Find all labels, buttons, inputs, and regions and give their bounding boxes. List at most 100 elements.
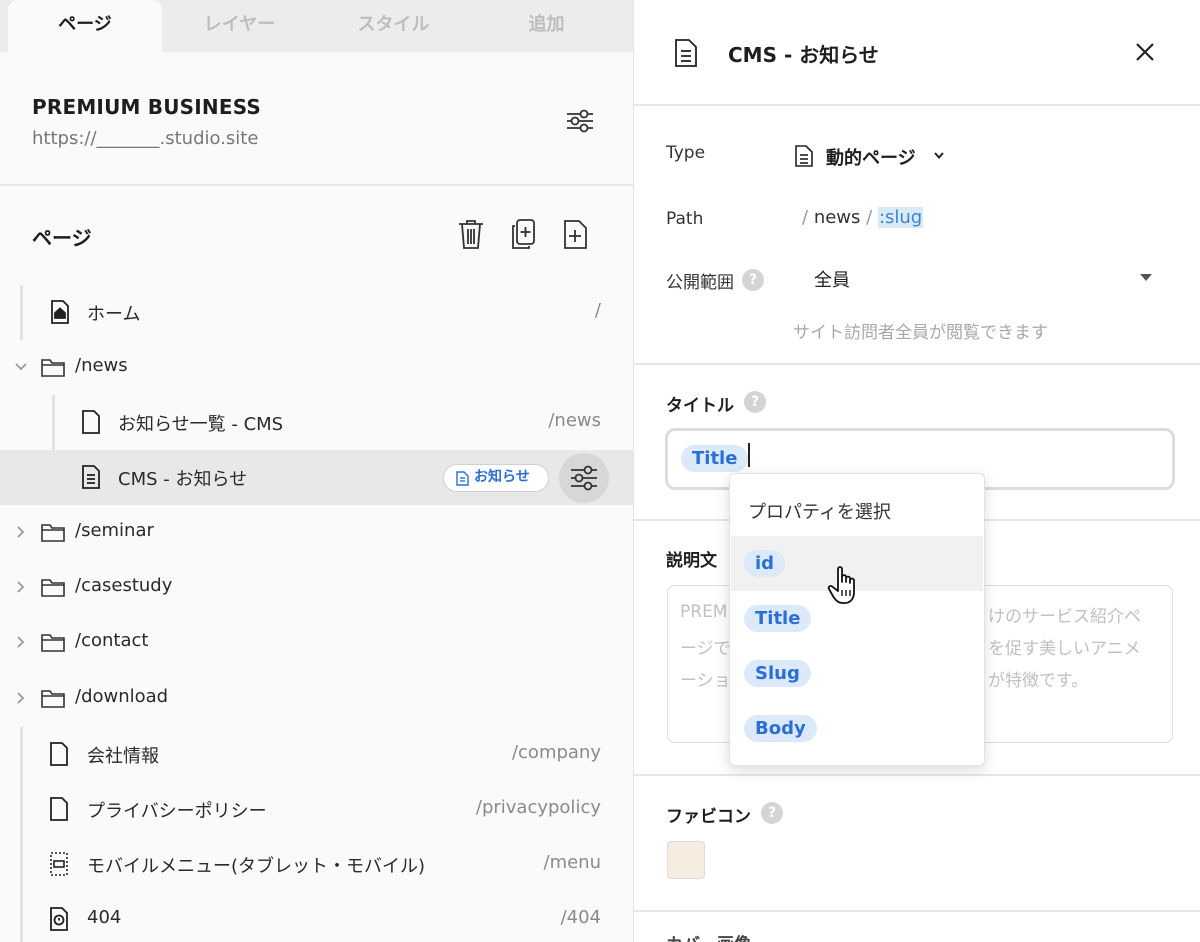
- property-chip: id: [744, 550, 786, 577]
- description-text: を促す美しいアニメ: [988, 639, 1141, 659]
- page-row-menu[interactable]: モバイルメニュー(タブレット・モバイル) /menu: [0, 837, 633, 892]
- tab-pages[interactable]: ページ: [8, 0, 162, 52]
- close-icon[interactable]: [1134, 41, 1156, 63]
- text-caret: [748, 443, 750, 467]
- home-page-icon: [46, 299, 72, 325]
- dropdown-arrow-icon[interactable]: [1140, 274, 1152, 281]
- page-row-label: /seminar: [75, 520, 154, 541]
- chevron-right-icon[interactable]: [14, 580, 28, 594]
- panel-title: CMS - お知らせ: [728, 43, 879, 67]
- visibility-description: サイト訪問者全員が閲覧できます: [793, 323, 1048, 343]
- add-page-icon[interactable]: [561, 218, 589, 250]
- page-icon: [46, 796, 72, 822]
- hand-pointer-icon: [826, 565, 870, 607]
- cms-page-icon: [78, 464, 104, 490]
- cms-badge-label: お知らせ: [474, 469, 530, 485]
- page-row-cms-news[interactable]: CMS - お知らせ お知らせ: [0, 450, 633, 505]
- property-chip: Title: [744, 605, 812, 632]
- page-row-path: /: [594, 300, 601, 321]
- trash-icon[interactable]: [457, 218, 485, 250]
- help-icon[interactable]: ?: [742, 269, 764, 291]
- folder-row-download[interactable]: /download: [0, 671, 633, 726]
- dropdown-heading: プロパティを選択: [748, 502, 891, 523]
- divider: [634, 910, 1200, 912]
- error-page-icon: [46, 906, 72, 932]
- description-text: ージで: [680, 639, 731, 659]
- page-row-path: /404: [560, 907, 601, 928]
- description-text: PREM: [680, 602, 728, 622]
- site-url: https://_______.studio.site: [32, 128, 259, 149]
- chevron-right-icon[interactable]: [14, 525, 28, 539]
- folder-icon: [40, 354, 66, 380]
- page-row-404[interactable]: 404 /404: [0, 892, 633, 942]
- chevron-down-icon[interactable]: [932, 150, 946, 162]
- site-title: PREMIUM BUSINESS: [32, 95, 262, 119]
- page-row-news-list[interactable]: お知らせ一覧 - CMS /news: [0, 395, 633, 450]
- page-row-label: /download: [75, 686, 169, 707]
- cms-page-icon: [674, 38, 698, 68]
- page-row-label: 会社情報: [87, 746, 159, 767]
- description-text: けのサービス紹介ペ: [988, 607, 1141, 627]
- description-text: が特徴です。: [988, 671, 1089, 691]
- cover-image-label: カバー画像: [666, 930, 751, 942]
- path-separator: /: [802, 207, 809, 228]
- page-row-path: /privacypolicy: [475, 797, 601, 818]
- page-row-home[interactable]: ホーム /: [0, 285, 633, 340]
- page-settings-panel: CMS - お知らせ Type 動的ページ Path / news / :slu…: [633, 0, 1200, 942]
- favicon-preview[interactable]: [667, 841, 705, 879]
- property-chip: Slug: [744, 660, 811, 687]
- folder-row-news[interactable]: /news: [0, 340, 633, 395]
- document-icon: [456, 471, 469, 486]
- page-row-label: /contact: [75, 630, 149, 651]
- folder-row-contact[interactable]: /contact: [0, 615, 633, 670]
- page-row-company[interactable]: 会社情報 /company: [0, 727, 633, 782]
- page-row-label: モバイルメニュー(タブレット・モバイル): [87, 856, 426, 877]
- chevron-down-icon[interactable]: [14, 360, 28, 374]
- chevron-right-icon[interactable]: [14, 635, 28, 649]
- page-row-label: /news: [75, 355, 128, 376]
- page-row-path: /menu: [543, 852, 602, 873]
- page-icon: [46, 741, 72, 767]
- visibility-label: 公開範囲: [666, 273, 734, 293]
- page-type-select[interactable]: 動的ページ: [826, 144, 916, 170]
- page-row-privacy[interactable]: プライバシーポリシー /privacypolicy: [0, 782, 633, 837]
- description-label: 説明文: [666, 551, 717, 571]
- page-row-label: 404: [87, 907, 122, 928]
- visibility-select[interactable]: 全員: [814, 266, 850, 292]
- pages-heading: ページ: [32, 226, 92, 250]
- divider: [0, 184, 633, 186]
- property-option-slug[interactable]: Slug: [731, 646, 983, 701]
- help-icon[interactable]: ?: [744, 391, 766, 413]
- property-chip-title[interactable]: Title: [681, 445, 749, 472]
- property-chip: Body: [744, 715, 817, 742]
- title-label: タイトル: [666, 396, 734, 416]
- folder-row-casestudy[interactable]: /casestudy: [0, 560, 633, 615]
- type-label: Type: [666, 143, 706, 163]
- property-option-body[interactable]: Body: [731, 701, 983, 756]
- tab-styles[interactable]: スタイル: [317, 0, 470, 52]
- page-row-label: /casestudy: [75, 575, 173, 596]
- tab-add[interactable]: 追加: [470, 0, 623, 52]
- duplicate-page-icon[interactable]: [509, 218, 537, 250]
- folder-icon: [40, 685, 66, 711]
- help-icon[interactable]: ?: [761, 802, 783, 824]
- page-row-label: ホーム: [87, 304, 141, 325]
- divider: [634, 104, 1200, 106]
- folder-icon: [40, 574, 66, 600]
- favicon-label: ファビコン: [666, 807, 751, 827]
- folder-icon: [40, 519, 66, 545]
- page-row-label: CMS - お知らせ: [118, 469, 248, 490]
- path-label: Path: [666, 209, 704, 229]
- tab-layers[interactable]: レイヤー: [162, 0, 317, 52]
- folder-row-seminar[interactable]: /seminar: [0, 505, 633, 560]
- site-settings-icon[interactable]: [565, 107, 595, 135]
- path-field[interactable]: / news / :slug: [802, 207, 924, 228]
- divider: [634, 363, 1200, 365]
- dynamic-page-icon: [794, 144, 814, 168]
- page-row-path: /company: [511, 742, 601, 763]
- description-text: ーショ: [680, 671, 731, 691]
- app-window: ページ レイヤー スタイル 追加 PREMIUM BUSINESS https:…: [0, 0, 1200, 942]
- page-settings-button[interactable]: [559, 453, 609, 503]
- cms-collection-badge[interactable]: お知らせ: [443, 464, 549, 492]
- chevron-right-icon[interactable]: [14, 691, 28, 705]
